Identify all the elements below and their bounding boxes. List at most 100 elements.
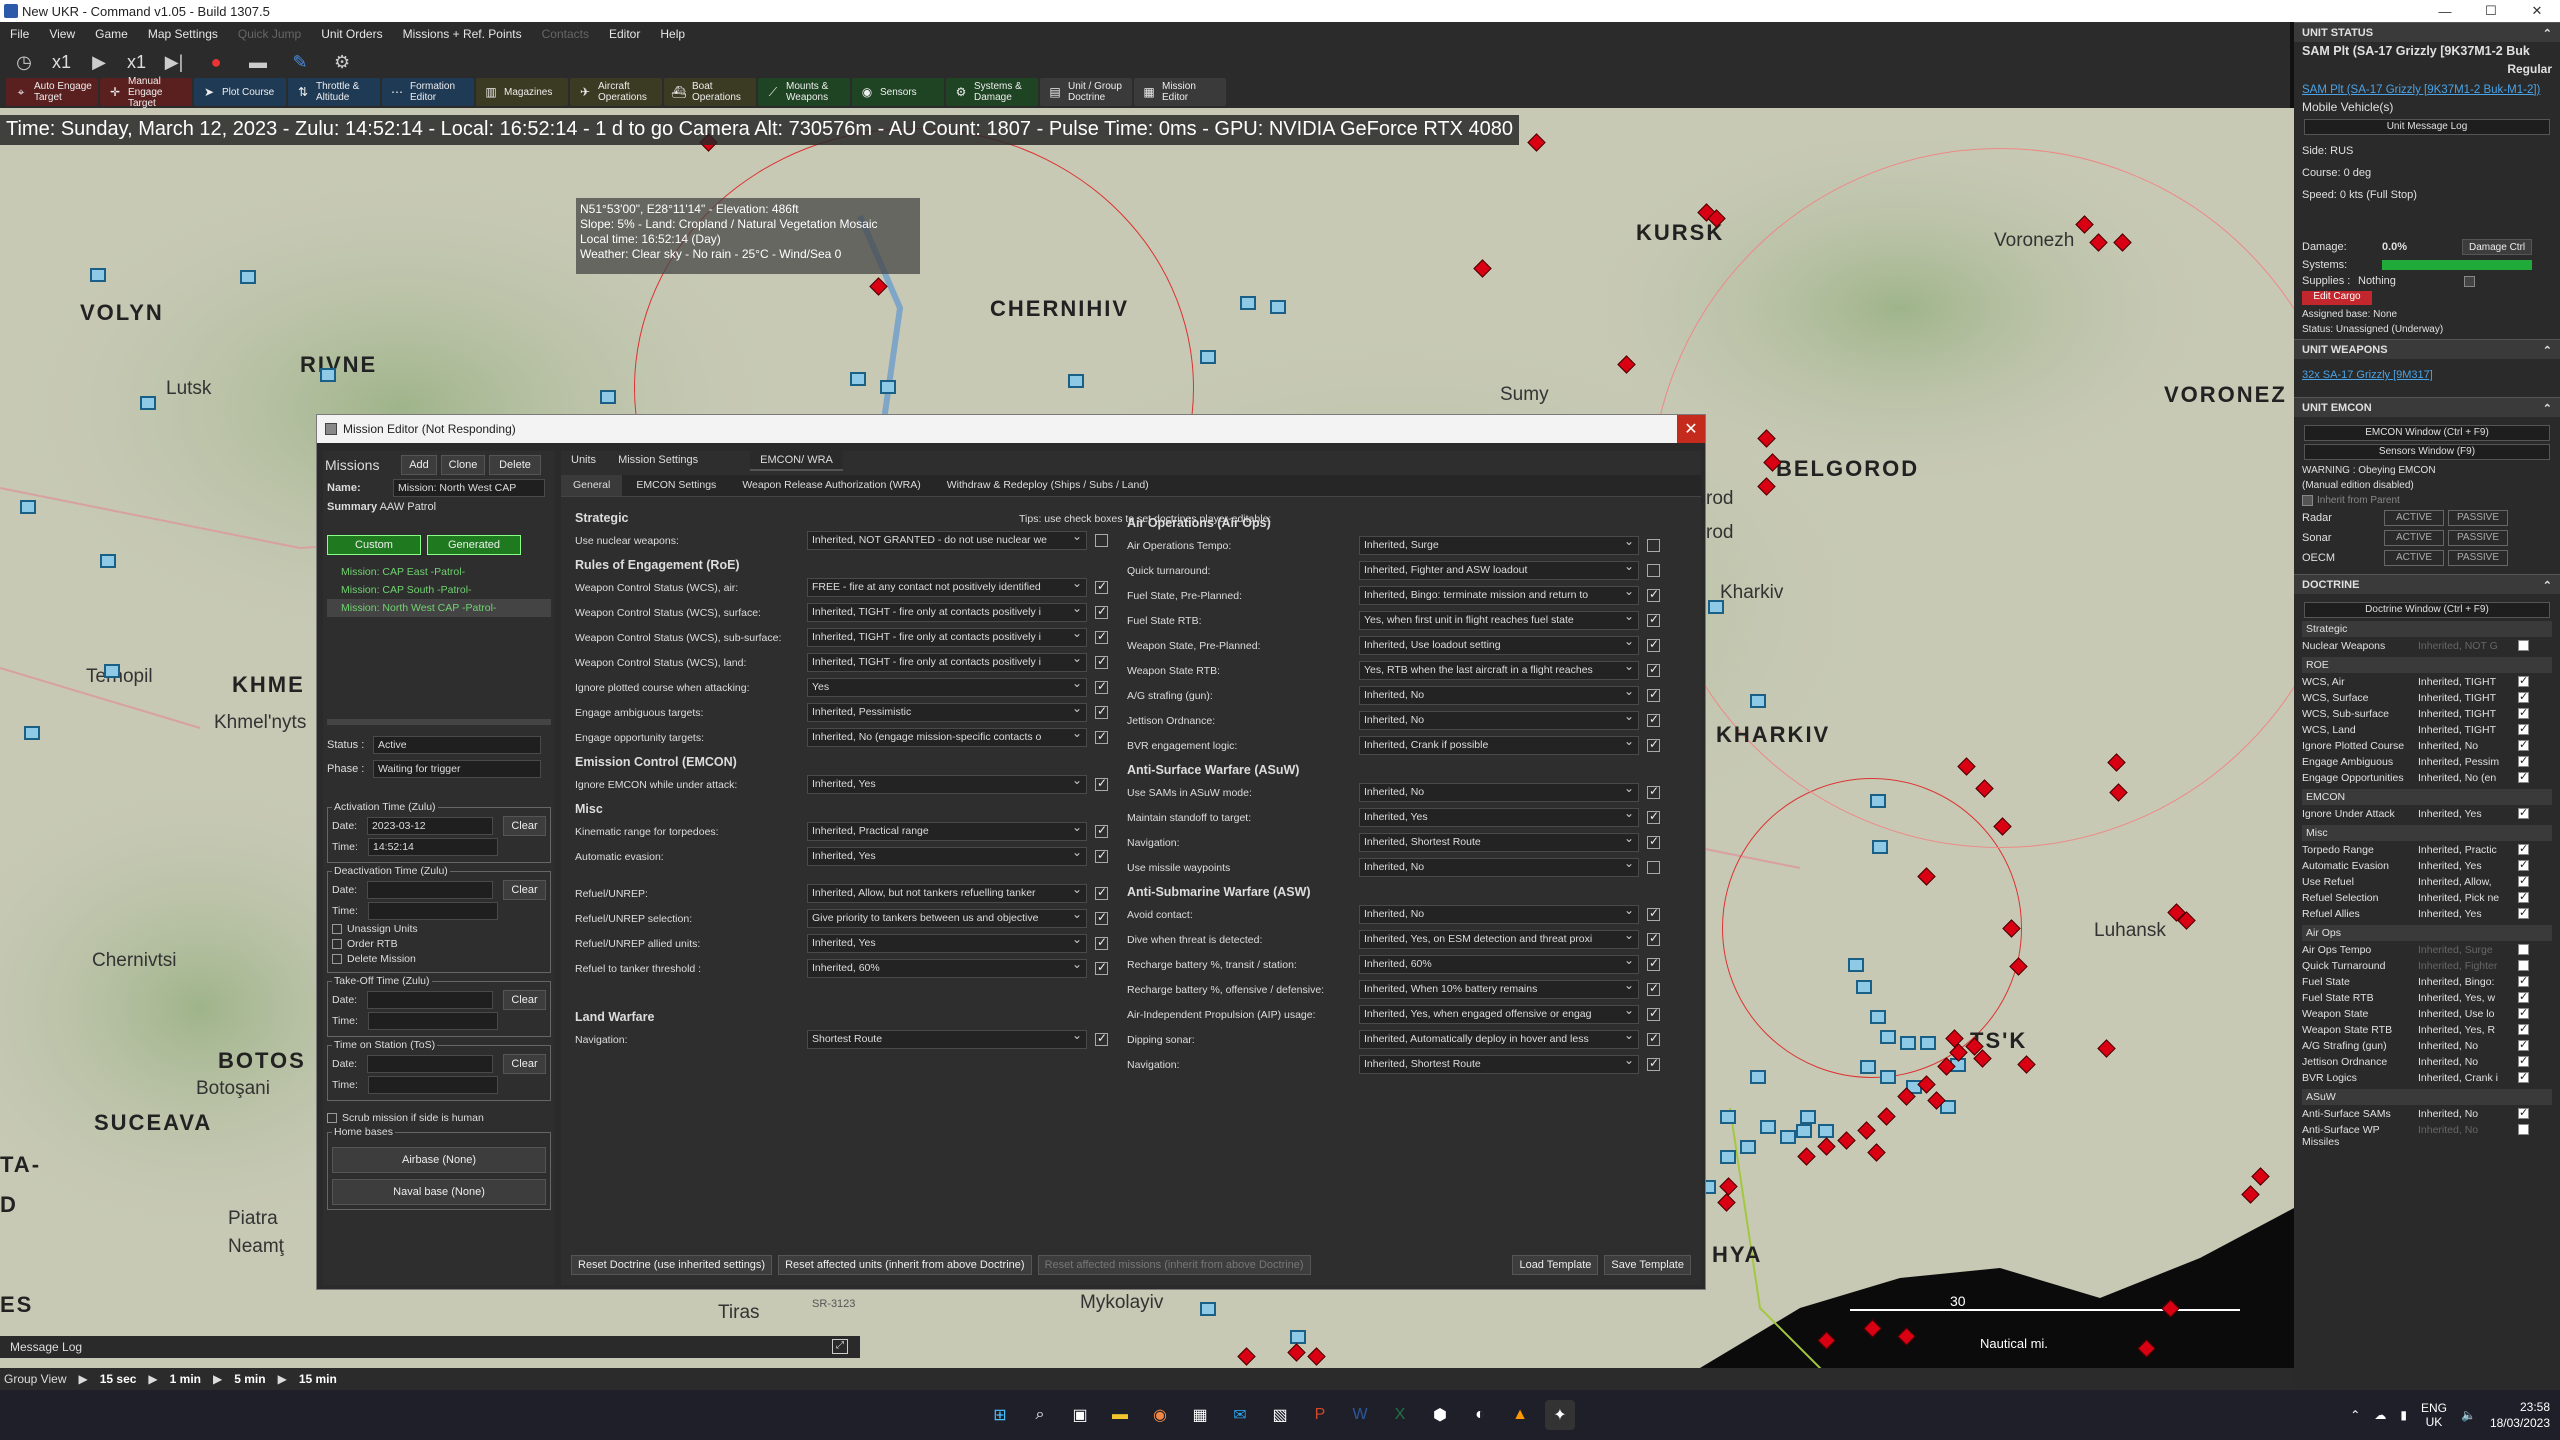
editable-checkbox[interactable] — [1647, 564, 1660, 577]
editable-checkbox[interactable] — [1647, 662, 1660, 677]
mission-list-item[interactable]: Mission: CAP East -Patrol- — [327, 563, 551, 581]
doctrine-row-checkbox[interactable] — [2518, 1124, 2538, 1148]
file-explorer-icon[interactable]: ▬ — [1105, 1400, 1135, 1430]
search-icon[interactable]: ⌕ — [1025, 1400, 1055, 1430]
setting-dropdown[interactable]: Inherited, Shortest Route — [1359, 833, 1639, 852]
subtab[interactable]: Weapon Release Authorization (WRA) — [730, 475, 932, 496]
doctrine-row-checkbox[interactable] — [2518, 706, 2538, 722]
checkbox[interactable] — [2518, 770, 2529, 783]
editable-checkbox[interactable] — [1647, 587, 1660, 602]
friendly-unit-icon[interactable] — [320, 368, 336, 382]
naval-base-button[interactable]: Naval base (None) — [332, 1179, 546, 1205]
friendly-unit-icon[interactable] — [1880, 1030, 1896, 1044]
setting-dropdown[interactable]: Inherited, Yes, on ESM detection and thr… — [1359, 930, 1639, 949]
friendly-unit-icon[interactable] — [1720, 1110, 1736, 1124]
unit-status-header[interactable]: UNIT STATUS ⌃ — [2294, 22, 2560, 42]
menu-item[interactable]: Missions + Ref. Points — [393, 27, 532, 41]
friendly-unit-icon[interactable] — [1200, 1302, 1216, 1316]
doctrine-row-checkbox[interactable] — [2518, 738, 2538, 754]
friendly-unit-icon[interactable] — [1856, 980, 1872, 994]
mission-list-item[interactable]: Mission: CAP South -Patrol- — [327, 581, 551, 599]
friendly-unit-icon[interactable] — [850, 372, 866, 386]
delete-mission-button[interactable]: Delete — [489, 455, 541, 475]
maximize-button[interactable]: ☐ — [2468, 0, 2514, 22]
friendly-unit-icon[interactable] — [1750, 694, 1766, 708]
checkbox[interactable] — [2518, 690, 2529, 703]
setting-dropdown[interactable]: Inherited, TIGHT - fire only at contacts… — [807, 603, 1087, 622]
toolbar-button[interactable]: ⇅ Throttle & Altitude — [288, 78, 380, 106]
steam-icon[interactable]: ◐ — [1465, 1400, 1495, 1430]
collapse-icon[interactable]: ⌃ — [2543, 27, 2552, 40]
vehicle-icon[interactable]: ▬ — [244, 49, 272, 75]
add-mission-button[interactable]: Add — [401, 455, 437, 475]
friendly-unit-icon[interactable] — [104, 664, 120, 678]
tab[interactable]: Units — [561, 451, 606, 471]
command-app-icon[interactable]: ✦ — [1545, 1400, 1575, 1430]
chevron-up-icon[interactable]: ⌃ — [2350, 1408, 2360, 1422]
editable-checkbox[interactable] — [1095, 1031, 1108, 1046]
doctrine-row-checkbox[interactable] — [2518, 806, 2538, 822]
doctrine-row-checkbox[interactable] — [2518, 858, 2538, 874]
clear-takeoff-button[interactable]: Clear — [502, 990, 546, 1010]
unit-class-link[interactable]: SAM Plt (SA-17 Grizzly [9K37M1-2 Buk-M1-… — [2294, 82, 2560, 98]
checkbox[interactable] — [2518, 906, 2529, 919]
friendly-unit-icon[interactable] — [1740, 1140, 1756, 1154]
vlc-icon[interactable]: ▲ — [1505, 1400, 1535, 1430]
editable-checkbox[interactable] — [1647, 737, 1660, 752]
tos-date-input[interactable] — [366, 1055, 493, 1073]
inherit-checkbox[interactable] — [2302, 495, 2313, 506]
settings-gear-icon[interactable]: ⚙ — [328, 49, 356, 75]
windows-start-icon[interactable]: ⊞ — [985, 1400, 1015, 1430]
sensors-window-button[interactable]: Sensors Window (F9) — [2304, 444, 2550, 460]
setting-dropdown[interactable]: Inherited, Bingo: terminate mission and … — [1359, 586, 1639, 605]
menu-item[interactable]: Quick Jump — [228, 27, 311, 41]
checkbox[interactable] — [2518, 738, 2529, 751]
setting-dropdown[interactable]: Inherited, Yes — [807, 934, 1087, 953]
doctrine-row-checkbox[interactable] — [2518, 690, 2538, 706]
editable-checkbox[interactable] — [1647, 809, 1660, 824]
play-icon[interactable]: ▶ — [278, 1372, 287, 1386]
editable-checkbox[interactable] — [1095, 729, 1108, 744]
airbase-button[interactable]: Airbase (None) — [332, 1147, 546, 1173]
checkbox[interactable] — [2518, 1106, 2529, 1119]
collapse-icon[interactable]: ⌃ — [2543, 402, 2552, 415]
damage-control-button[interactable]: Damage Ctrl — [2462, 239, 2533, 255]
pin-icon[interactable]: ✎ — [286, 49, 314, 75]
speaker-icon[interactable]: 🔈 — [2461, 1408, 2476, 1422]
friendly-unit-icon[interactable] — [240, 270, 256, 284]
toolbar-button[interactable]: ⋯ Formation Editor — [382, 78, 474, 106]
friendly-unit-icon[interactable] — [1780, 1130, 1796, 1144]
setting-dropdown[interactable]: Inherited, Yes — [807, 775, 1087, 794]
generated-filter-button[interactable]: Generated — [427, 535, 521, 555]
subtab[interactable]: Withdraw & Redeploy (Ships / Subs / Land… — [935, 475, 1161, 496]
activation-time-input[interactable]: 14:52:14 — [368, 838, 498, 856]
editable-checkbox[interactable] — [1095, 935, 1108, 950]
play-icon[interactable]: ▶ — [85, 49, 113, 75]
doctrine-row-checkbox[interactable] — [2518, 842, 2538, 858]
clock-icon[interactable]: ◷ — [10, 49, 38, 75]
menu-item[interactable]: Help — [650, 27, 695, 41]
doctrine-row-checkbox[interactable] — [2518, 674, 2538, 690]
toolbar-button[interactable]: ▥ Magazines — [476, 78, 568, 106]
collapse-icon[interactable]: ⌃ — [2543, 344, 2552, 357]
unassign-units-checkbox[interactable] — [332, 924, 342, 934]
store-icon[interactable]: ▦ — [1185, 1400, 1215, 1430]
unit-weapons-header[interactable]: UNIT WEAPONS ⌃ — [2294, 339, 2560, 359]
menu-item[interactable]: View — [39, 27, 85, 41]
minimize-button[interactable]: — — [2422, 0, 2468, 22]
setting-dropdown[interactable]: Inherited, Shortest Route — [1359, 1055, 1639, 1074]
custom-filter-button[interactable]: Custom — [327, 535, 421, 555]
checkbox[interactable] — [2518, 944, 2529, 955]
friendly-unit-icon[interactable] — [1848, 958, 1864, 972]
play-icon[interactable]: ▶ — [148, 1372, 157, 1386]
toolbar-button[interactable]: ⛴ Boat Operations — [664, 78, 756, 106]
editable-checkbox[interactable] — [1647, 1056, 1660, 1071]
friendly-unit-icon[interactable] — [24, 726, 40, 740]
editable-checkbox[interactable] — [1647, 1006, 1660, 1021]
network-icon[interactable]: ☁ — [2374, 1408, 2386, 1422]
reset-missions-button[interactable]: Reset affected missions (inherit from ab… — [1037, 1255, 1311, 1275]
setting-dropdown[interactable]: Inherited, TIGHT - fire only at contacts… — [807, 653, 1087, 672]
checkbox[interactable] — [2518, 722, 2529, 735]
checkbox[interactable] — [2518, 858, 2529, 871]
unit-message-log-button[interactable]: Unit Message Log — [2304, 119, 2550, 135]
